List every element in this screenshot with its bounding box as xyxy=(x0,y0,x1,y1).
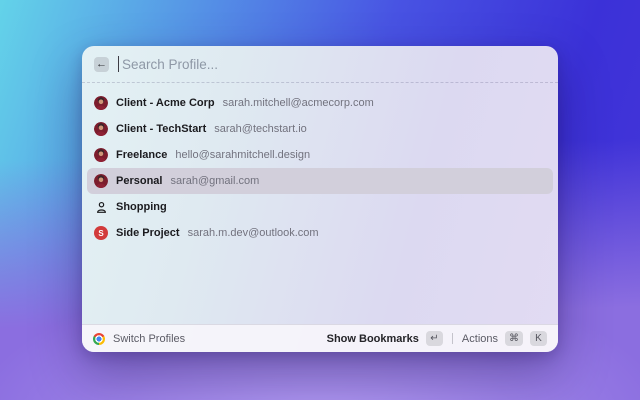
profile-row[interactable]: Client - TechStart sarah@techstart.io xyxy=(87,116,553,142)
profile-name: Shopping xyxy=(116,201,167,213)
profile-row[interactable]: Freelance hello@sarahmitchell.design xyxy=(87,142,553,168)
search-bar: ← xyxy=(82,46,558,83)
profile-email: sarah@techstart.io xyxy=(214,123,307,135)
profile-name: Personal xyxy=(116,175,163,187)
show-bookmarks-button[interactable]: Show Bookmarks xyxy=(327,333,419,345)
profile-photo-avatar xyxy=(94,148,108,162)
profile-list: Client - Acme Corp sarah.mitchell@acmeco… xyxy=(82,83,558,324)
profile-email: hello@sarahmitchell.design xyxy=(175,149,311,161)
profile-email: sarah@gmail.com xyxy=(170,175,260,187)
profile-switcher-panel: ← Client - Acme Corp sarah.mitchell@acme… xyxy=(82,46,558,352)
footer-bar: Switch Profiles Show Bookmarks ↵ Actions… xyxy=(82,324,558,352)
profile-row[interactable]: Personal sarah@gmail.com xyxy=(87,168,553,194)
search-input[interactable] xyxy=(122,56,546,72)
k-keycap: K xyxy=(530,331,547,346)
profile-name: Client - TechStart xyxy=(116,123,207,135)
footer-divider xyxy=(451,333,453,344)
profile-name: Side Project xyxy=(116,227,180,239)
return-keycap: ↵ xyxy=(425,331,443,346)
profile-row[interactable]: Shopping xyxy=(87,194,553,220)
actions-button[interactable]: Actions xyxy=(462,333,498,345)
profile-email: sarah.m.dev@outlook.com xyxy=(187,227,319,239)
profile-photo-avatar xyxy=(94,174,108,188)
profile-email: sarah.mitchell@acmecorp.com xyxy=(222,97,374,109)
profile-name: Client - Acme Corp xyxy=(116,97,215,109)
profile-row[interactable]: S Side Project sarah.m.dev@outlook.com xyxy=(87,220,553,246)
back-arrow-icon: ← xyxy=(96,57,107,70)
person-outline-icon xyxy=(94,200,108,214)
footer-actions: Show Bookmarks ↵ Actions ⌘ K xyxy=(327,331,547,346)
profile-row[interactable]: Client - Acme Corp sarah.mitchell@acmeco… xyxy=(87,90,553,116)
text-caret xyxy=(118,56,119,72)
back-button[interactable]: ← xyxy=(94,56,109,72)
letter-avatar: S xyxy=(94,226,108,240)
chrome-icon xyxy=(93,332,105,345)
profile-name: Freelance xyxy=(116,149,168,161)
command-keycap: ⌘ xyxy=(505,331,523,346)
profile-photo-avatar xyxy=(94,96,108,110)
profile-photo-avatar xyxy=(94,122,108,136)
switch-profiles-label: Switch Profiles xyxy=(113,332,186,345)
